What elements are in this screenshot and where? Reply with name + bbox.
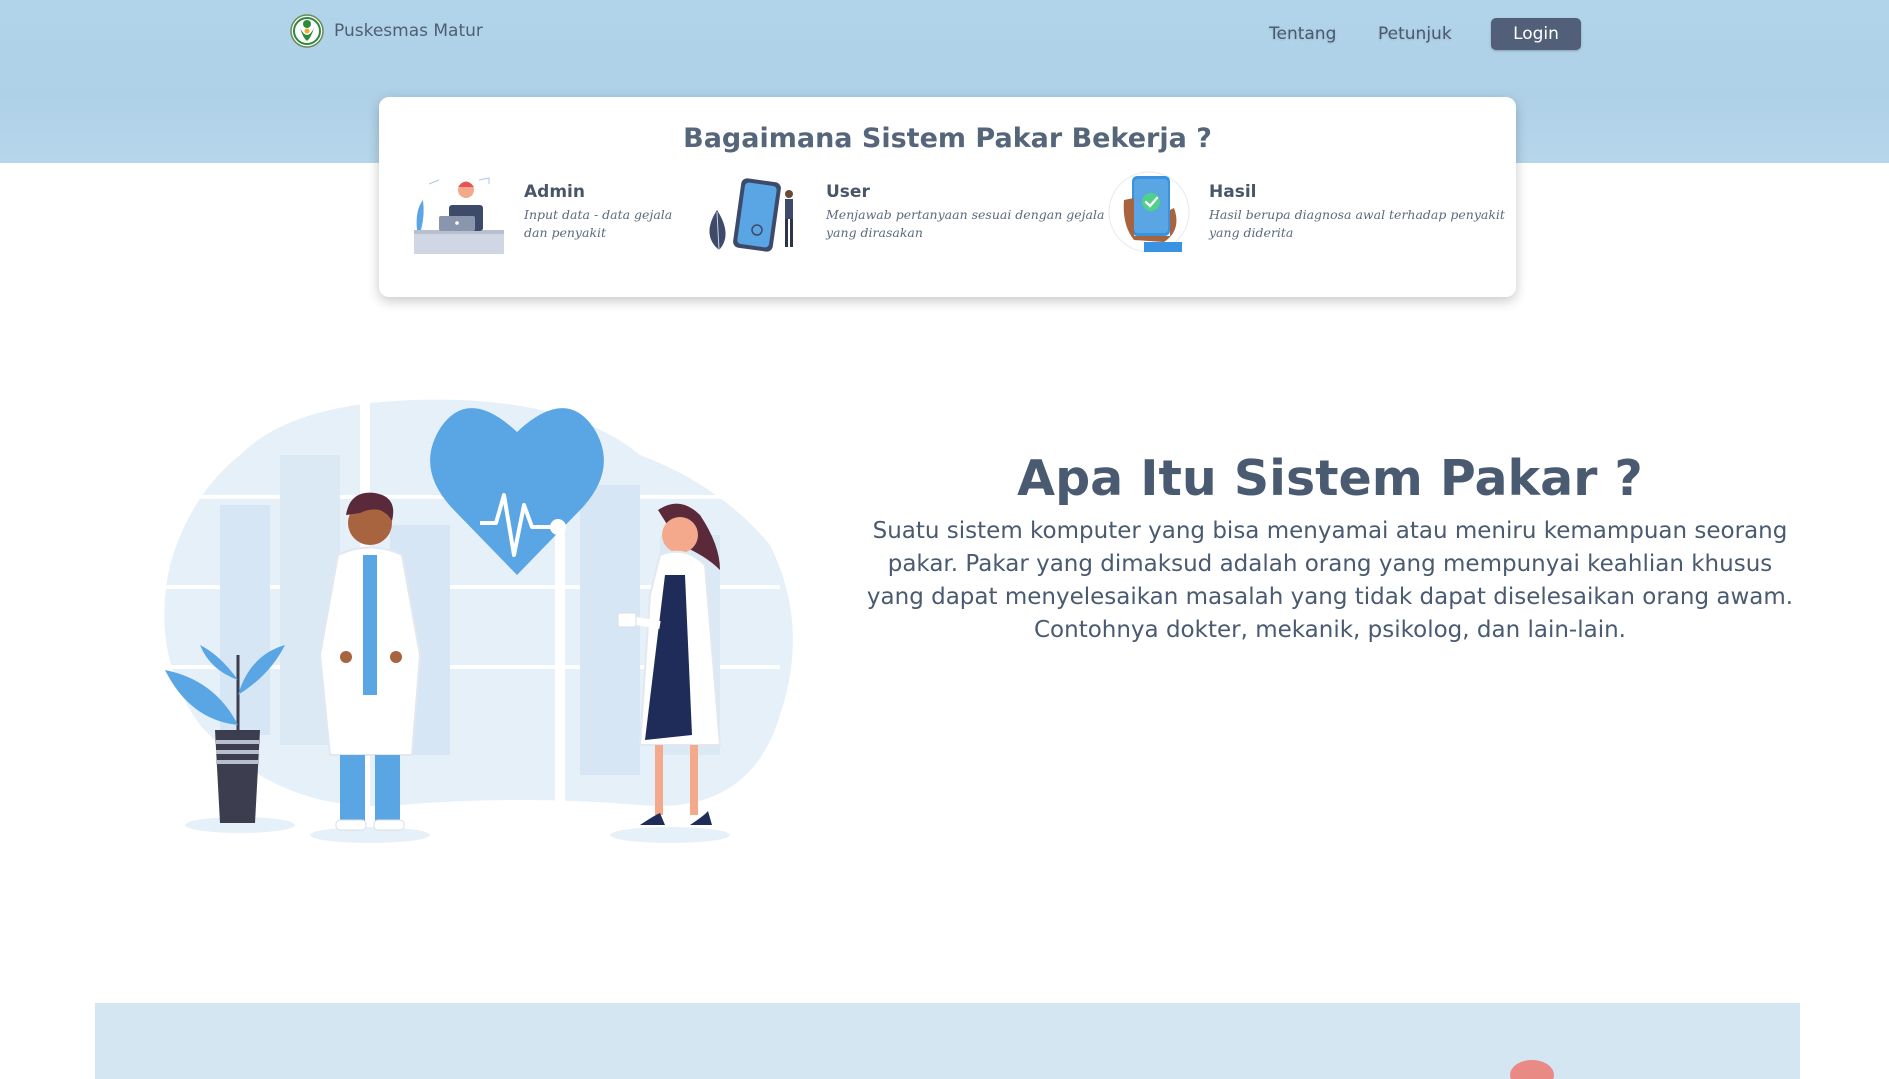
nav-link-tentang[interactable]: Tentang <box>1269 24 1336 44</box>
user-phone-illustration-icon <box>709 178 793 252</box>
how-it-works-title: Bagaimana Sistem Pakar Bekerja ? <box>683 123 1212 154</box>
how-it-works-card: Bagaimana Sistem Pakar Bekerja ? Admin I… <box>379 97 1516 297</box>
login-button[interactable]: Login <box>1491 18 1581 50</box>
step-user-description: Menjawab pertanyaan sesuai dengan gejala… <box>826 207 1105 240</box>
brand[interactable]: Puskesmas Matur <box>290 12 483 50</box>
step-admin-name: Admin <box>524 182 585 202</box>
navbar: Puskesmas Matur Tentang Petunjuk Login <box>0 0 1889 70</box>
about-title: Apa Itu Sistem Pakar ? <box>1017 450 1643 507</box>
doctors-heart-illustration <box>160 395 793 843</box>
about-text: Suatu sistem komputer yang bisa menyamai… <box>866 518 1794 643</box>
admin-laptop-illustration-icon <box>414 177 504 254</box>
step-user-name: User <box>826 182 870 202</box>
puskesmas-logo-icon <box>290 14 324 48</box>
brand-name: Puskesmas Matur <box>334 21 483 41</box>
nav-link-petunjuk[interactable]: Petunjuk <box>1378 24 1452 44</box>
step-admin-description: Input data - data gejala dan penyakit <box>524 207 673 240</box>
hasil-phone-check-illustration-icon <box>1108 171 1190 253</box>
step-hasil-name: Hasil <box>1209 182 1257 202</box>
step-hasil-description: Hasil berupa diagnosa awal terhadap peny… <box>1209 207 1505 240</box>
